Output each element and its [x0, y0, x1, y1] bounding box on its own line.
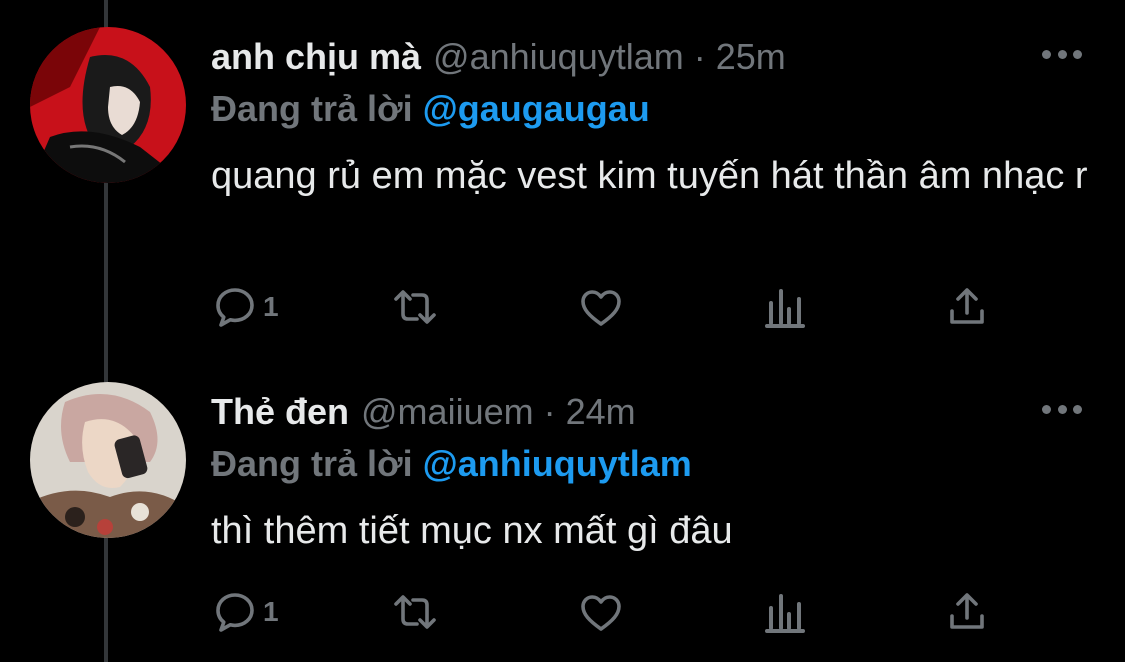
- tweet-header: Thẻ đen @maiiuem · 24m: [211, 391, 636, 435]
- timestamp[interactable]: 25m: [716, 36, 786, 78]
- share-button[interactable]: [943, 587, 991, 637]
- mention-link[interactable]: @anhiuquytlam: [423, 443, 692, 484]
- tweet-header: anh chịu mà @anhiuquytlam · 25m: [211, 36, 786, 80]
- replying-prefix: Đang trả lời: [211, 443, 413, 484]
- tweet[interactable]: Thẻ đen @maiiuem · 24m Đang trả lời @anh…: [0, 355, 1125, 662]
- action-bar: 1: [211, 282, 1011, 332]
- display-name[interactable]: anh chịu mà: [211, 36, 421, 78]
- tweet[interactable]: anh chịu mà @anhiuquytlam · 25m Đang trả…: [0, 0, 1125, 355]
- reply-button[interactable]: 1: [211, 587, 279, 637]
- tweet-text: thì thêm tiết mục nx mất gì đâu: [211, 510, 733, 552]
- heart-icon: [581, 290, 621, 326]
- replying-to: Đang trả lời @gaugaugau: [211, 88, 650, 130]
- timestamp[interactable]: 24m: [566, 391, 636, 433]
- display-name[interactable]: Thẻ đen: [211, 391, 349, 433]
- analytics-button[interactable]: [761, 282, 809, 332]
- analytics-button[interactable]: [761, 587, 809, 637]
- share-button[interactable]: [943, 282, 991, 332]
- stats-icon: [765, 594, 805, 633]
- more-icon[interactable]: [1042, 397, 1082, 421]
- replying-prefix: Đang trả lời: [211, 88, 413, 129]
- reply-icon: [216, 593, 254, 632]
- action-bar: 1: [211, 587, 1011, 637]
- tweet-text: quang rủ em mặc vest kim tuyến hát thần …: [211, 155, 1088, 197]
- reply-count: 1: [263, 291, 279, 322]
- more-icon[interactable]: [1042, 42, 1082, 66]
- user-handle[interactable]: @anhiuquytlam: [433, 36, 684, 78]
- reply-count: 1: [263, 596, 279, 627]
- mention-link[interactable]: @gaugaugau: [423, 88, 650, 129]
- reply-button[interactable]: 1: [211, 282, 279, 332]
- retweet-icon: [394, 290, 436, 324]
- reply-icon: [216, 288, 254, 327]
- avatar[interactable]: [30, 27, 186, 183]
- like-button[interactable]: [577, 587, 625, 637]
- retweet-button[interactable]: [391, 282, 439, 332]
- share-icon: [950, 593, 984, 629]
- user-handle[interactable]: @maiiuem: [361, 391, 534, 433]
- separator-dot: ·: [693, 36, 706, 77]
- share-icon: [950, 288, 984, 324]
- separator-dot: ·: [543, 391, 556, 432]
- replying-to: Đang trả lời @anhiuquytlam: [211, 443, 692, 485]
- retweet-icon: [394, 595, 436, 629]
- like-button[interactable]: [577, 282, 625, 332]
- stats-icon: [765, 289, 805, 328]
- heart-icon: [581, 595, 621, 631]
- retweet-button[interactable]: [391, 587, 439, 637]
- avatar[interactable]: [30, 382, 186, 538]
